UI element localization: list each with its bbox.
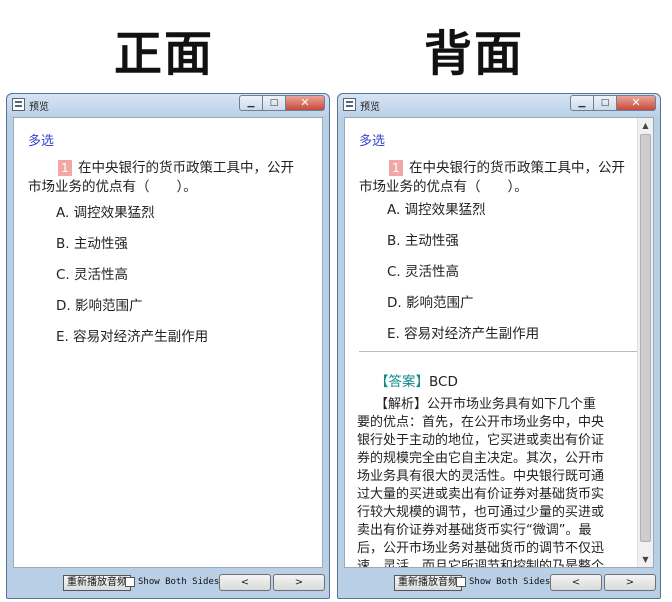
next-button[interactable]: > (604, 574, 656, 591)
option-c: C. 灵活性高 (56, 267, 129, 283)
back-heading: 背面 (424, 26, 525, 82)
preview-window-front: 预览 ▁ □ ✕ 多选 1 在中央银行的货币政策工具中，公开 市场业务的优点有（ … (6, 93, 330, 599)
question-text: 1 在中央银行的货币政策工具中，公开 市场业务的优点有（ ）。 (359, 160, 625, 195)
question-number-badge: 1 (389, 160, 403, 176)
minimize-button[interactable]: ▁ (570, 95, 594, 111)
option-d: D. 影响范围广 (56, 298, 143, 314)
answer-value: BCD (429, 374, 458, 390)
show-both-sides-label: Show Both Sides (469, 577, 551, 587)
maximize-button[interactable]: □ (593, 95, 617, 111)
answer-divider (359, 351, 641, 352)
window-controls: ▁ □ ✕ (239, 95, 325, 111)
close-button[interactable]: ✕ (616, 95, 656, 111)
scroll-up-arrow[interactable]: ▲ (638, 118, 653, 133)
prev-button[interactable]: < (550, 574, 602, 591)
option-a: A. 调控效果猛烈 (387, 202, 486, 218)
front-heading: 正面 (114, 26, 215, 82)
option-c: C. 灵活性高 (387, 264, 460, 280)
explanation-text: 【解析】公开市场业务具有如下几个重 要的优点：首先，在公开市场业务中，中央 银行… (357, 397, 605, 568)
question-number-badge: 1 (58, 160, 72, 176)
vertical-scrollbar[interactable]: ▲ ▼ (637, 118, 653, 567)
answer-tag: 【答案】 (375, 374, 429, 390)
footer-bar: 重新播放音频 Show Both Sides < > (338, 568, 660, 598)
question-type: 多选 (28, 134, 55, 149)
option-e: E. 容易对经济产生副作用 (387, 326, 540, 342)
scroll-down-arrow[interactable]: ▼ (638, 552, 653, 567)
minimize-button[interactable]: ▁ (239, 95, 263, 111)
option-d: D. 影响范围广 (387, 295, 474, 311)
answer-line: 【答案】BCD (375, 370, 458, 390)
title-bar[interactable]: 预览 ▁ □ ✕ (338, 94, 660, 116)
show-both-sides-checkbox[interactable] (456, 577, 466, 587)
show-both-sides-checkbox[interactable] (125, 577, 135, 587)
app-icon (12, 98, 25, 111)
question-text: 1 在中央银行的货币政策工具中，公开 市场业务的优点有（ ）。 (28, 160, 294, 195)
explanation-tag: 【解析】 (375, 397, 428, 412)
app-icon (343, 98, 356, 111)
option-b: B. 主动性强 (387, 233, 459, 249)
question-type: 多选 (359, 134, 386, 149)
maximize-button[interactable]: □ (262, 95, 286, 111)
footer-bar: 重新播放音频 Show Both Sides < > (7, 568, 329, 598)
window-title: 预览 (29, 102, 49, 113)
show-both-sides-label: Show Both Sides (138, 577, 220, 587)
close-button[interactable]: ✕ (285, 95, 325, 111)
replay-audio-button[interactable]: 重新播放音频 (63, 575, 131, 591)
option-e: E. 容易对经济产生副作用 (56, 329, 209, 345)
preview-content: 多选 1 在中央银行的货币政策工具中，公开 市场业务的优点有（ ）。 A. 调控效… (13, 117, 323, 568)
window-title: 预览 (360, 102, 380, 113)
option-a: A. 调控效果猛烈 (56, 205, 155, 221)
preview-content[interactable]: 多选 1 在中央银行的货币政策工具中，公开 市场业务的优点有（ ）。 A. 调控效… (344, 117, 654, 568)
title-bar[interactable]: 预览 ▁ □ ✕ (7, 94, 329, 116)
scroll-thumb[interactable] (640, 134, 651, 542)
prev-button[interactable]: < (219, 574, 271, 591)
option-b: B. 主动性强 (56, 236, 128, 252)
window-controls: ▁ □ ✕ (570, 95, 656, 111)
preview-window-back: 预览 ▁ □ ✕ 多选 1 在中央银行的货币政策工具中，公开 市场业务的优点有（ … (337, 93, 661, 599)
replay-audio-button[interactable]: 重新播放音频 (394, 575, 462, 591)
next-button[interactable]: > (273, 574, 325, 591)
